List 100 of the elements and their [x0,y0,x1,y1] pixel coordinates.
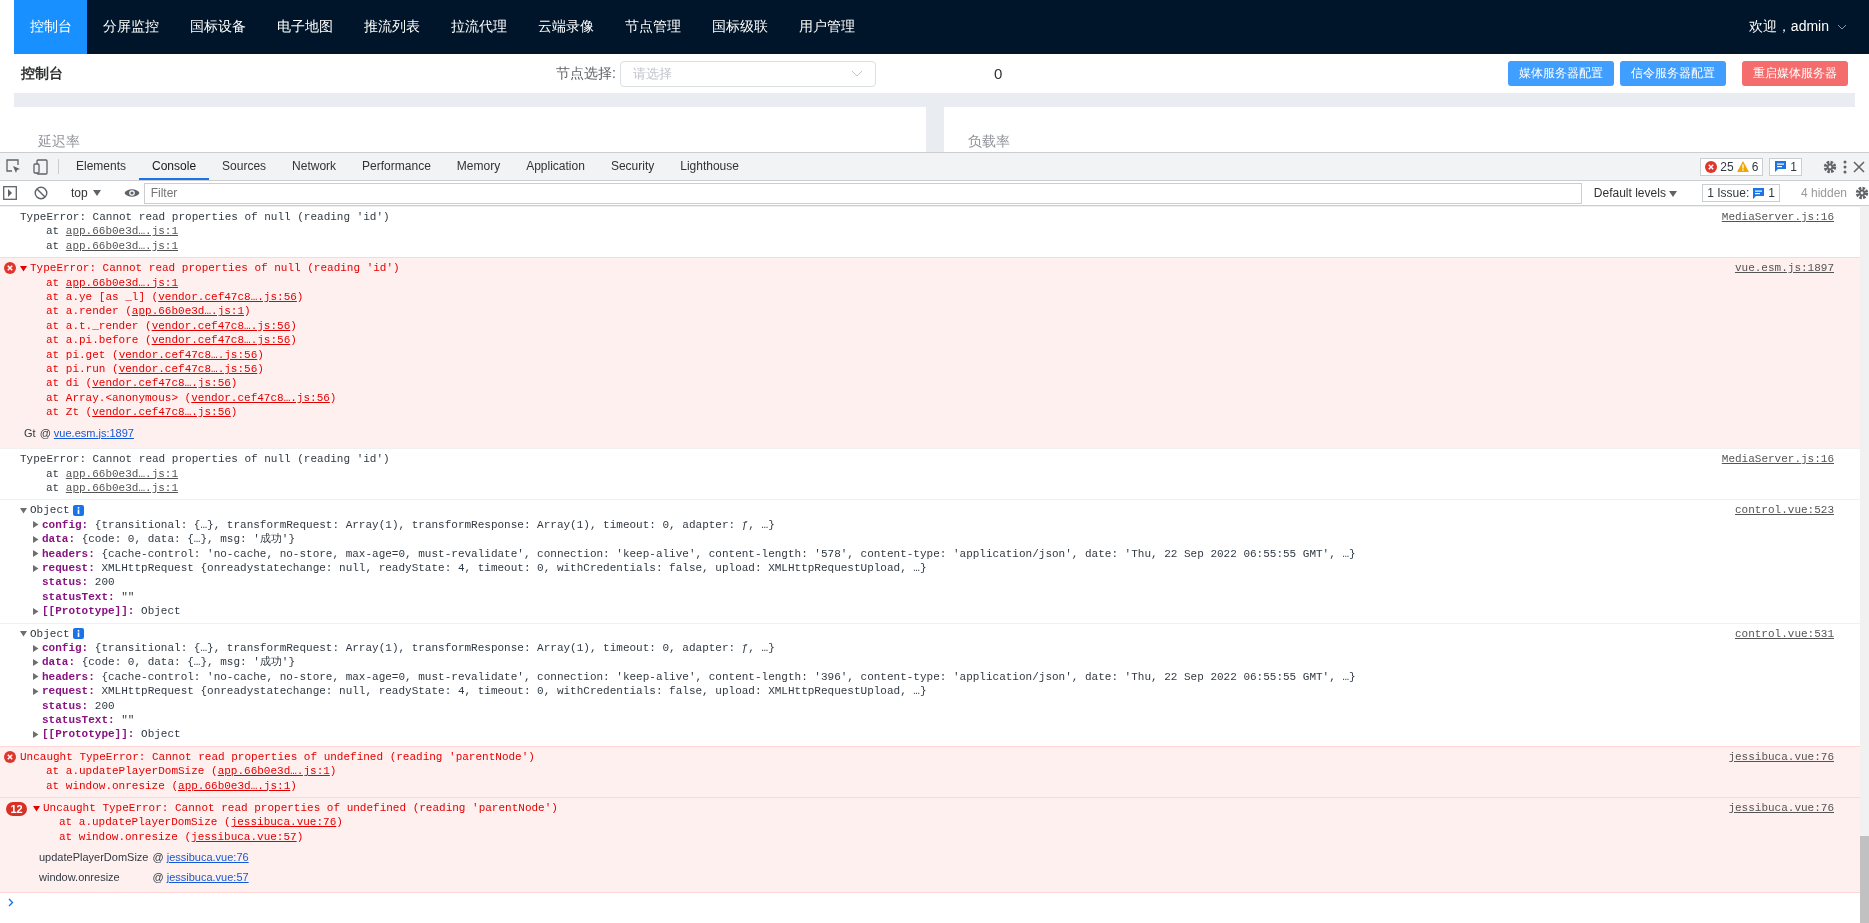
filter-field[interactable]: Filter [143,182,1582,204]
dropdown-triangle-icon [92,190,101,196]
devtools-tab[interactable]: Lighthouse [667,153,752,180]
triangle-right-icon[interactable] [32,607,39,615]
nav-item[interactable]: 云端录像 [522,0,609,54]
source-link[interactable]: app.66b0e3d….js:1 [178,779,291,792]
source-link[interactable]: app.66b0e3d….js:1 [65,239,179,252]
source-link[interactable]: app.66b0e3d….js:1 [65,467,179,480]
source-link[interactable]: vendor.cef47c8….js:56 [118,348,258,361]
triangle-right-icon[interactable] [32,535,39,543]
source-link[interactable]: vendor.cef47c8….js:56 [92,406,231,419]
clear-icon[interactable] [34,186,48,200]
levels-select[interactable]: Default levels [1585,186,1686,200]
close-icon[interactable] [1853,160,1865,173]
source-link[interactable]: vendor.cef47c8….js:56 [92,377,231,390]
property-text: [[Prototype]]: Object [42,604,181,619]
context-select[interactable]: top [65,186,107,200]
card-title: 负载率 [967,133,1010,149]
issues-button[interactable]: 1 Issue: 1 [1702,184,1780,202]
source-link[interactable]: app.66b0e3d….js:1 [131,305,245,318]
nav-item[interactable]: 国标级联 [696,0,783,54]
error-message: TypeError: Cannot read properties of null (reading 'id') [30,261,400,276]
sidebar-icon[interactable] [3,186,17,200]
source-link[interactable]: control.vue:523 [1734,503,1834,619]
source-link[interactable]: vue.esm.js:1897 [1734,261,1834,445]
property-text: status: 200 [42,575,115,590]
chevron-down-icon[interactable] [1837,24,1847,30]
source-link[interactable]: app.66b0e3d….js:1 [65,481,179,494]
nav-item[interactable]: 分屏监控 [87,0,174,54]
device-icon[interactable] [33,158,48,175]
function-name: updatePlayerDomSize [39,850,150,865]
property-text: statusText: "" [42,713,135,728]
triangle-right-icon[interactable] [32,731,39,739]
stack-line: at a.render (app.66b0e3d….js:1) [45,304,252,319]
triangle-right-icon[interactable] [32,564,39,572]
devtools-tab[interactable]: Elements [63,153,140,180]
triangle-right-icon[interactable] [32,673,39,681]
nav-item[interactable]: 拉流代理 [435,0,522,54]
source-link[interactable]: jessibuca.vue:76 [230,816,337,829]
source-link[interactable]: control.vue:531 [1734,626,1834,742]
frame-link[interactable]: @ jessibuca.vue:76 [152,850,249,865]
triangle-right-icon[interactable] [32,550,39,558]
frame-link[interactable]: @ jessibuca.vue:57 [152,869,249,885]
message-icon [1752,186,1766,200]
property-text: request: XMLHttpRequest {onreadystatechange: null, readyState: 4, timeout: 0, withCredentials: false, upload: XMLHttpRequestUpload, …} [42,684,927,699]
source-link[interactable]: vendor.cef47c8….js:56 [151,334,291,347]
settings-icon[interactable] [1855,186,1869,200]
source-link[interactable]: vendor.cef47c8….js:56 [118,363,258,376]
stack-line: at Zt (vendor.cef47c8….js:56) [45,405,239,420]
triangle-down-icon[interactable] [20,264,27,272]
stack-line: at a.pi.before (vendor.cef47c8….js:56) [45,333,298,348]
user-menu[interactable]: 欢迎，admin [1748,18,1829,36]
property-text: config: {transitional: {…}, transformRequest: Array(1), transformResponse: Array(1), timeout: 0, adapter: ƒ, …} [42,517,775,533]
source-link[interactable]: jessibuca.vue:57 [191,830,297,843]
scrollbar[interactable] [1860,836,1869,923]
more-icon[interactable] [1843,159,1847,174]
nav-item[interactable]: 国标设备 [174,0,261,54]
source-link[interactable]: vendor.cef47c8….js:56 [158,291,297,304]
source-link[interactable]: app.66b0e3d….js:1 [65,276,179,289]
nav-item[interactable]: 节点管理 [609,0,696,54]
devtools-tab[interactable]: Security [597,153,668,180]
prompt-icon [8,898,14,908]
source-link[interactable]: app.66b0e3d….js:1 [217,765,330,778]
stack-line: at pi.run (vendor.cef47c8….js:56) [45,362,265,377]
stack-line: at app.66b0e3d….js:1 [45,275,180,291]
settings-icon[interactable] [1823,159,1837,174]
source-link[interactable]: jessibuca.vue:76 [1728,749,1834,794]
triangle-down-icon[interactable] [33,804,40,812]
triangle-right-icon[interactable] [32,521,39,529]
error-message: TypeError: Cannot read properties of null (reading 'id') [20,210,390,225]
nav-item[interactable]: 推流列表 [348,0,435,54]
nav-item[interactable]: 用户管理 [783,0,870,54]
triangle-down-icon[interactable] [20,507,27,514]
nav-item[interactable]: 电子地图 [261,0,348,54]
source-link[interactable]: MediaServer.js:16 [1721,452,1834,496]
devtools-tab[interactable]: Performance [349,153,444,180]
triangle-down-icon[interactable] [20,630,27,638]
triangle-right-icon[interactable] [32,644,39,652]
error-icon [4,262,16,275]
object-label: Object [30,503,70,518]
devtools-tab[interactable]: Sources [209,153,280,180]
devtools-tab[interactable]: Network [279,153,350,180]
devtools-tab[interactable]: Memory [443,153,514,180]
source-link[interactable]: MediaServer.js:16 [1721,210,1834,254]
triangle-right-icon[interactable] [32,659,39,667]
issues-counter[interactable]: 1 [1769,157,1802,176]
error-warning-counter[interactable]: 25 6 [1700,157,1764,176]
triangle-right-icon[interactable] [32,687,39,695]
frame-link[interactable]: @ vue.esm.js:1897 [39,425,134,441]
devtools-tab[interactable]: Application [513,153,598,180]
error-message: TypeError: Cannot read properties of null (reading 'id') [20,452,390,467]
source-link[interactable]: vendor.cef47c8….js:56 [191,391,330,404]
source-link[interactable]: jessibuca.vue:76 [1728,801,1834,889]
source-link[interactable]: app.66b0e3d….js:1 [65,225,179,238]
chevron-down-icon [850,70,863,77]
eye-icon[interactable] [123,187,140,199]
info-icon [72,505,84,516]
inspect-icon[interactable] [6,159,21,174]
source-link[interactable]: vendor.cef47c8….js:56 [151,319,291,332]
stack-line: at a.t._render (vendor.cef47c8….js:56) [45,318,298,334]
